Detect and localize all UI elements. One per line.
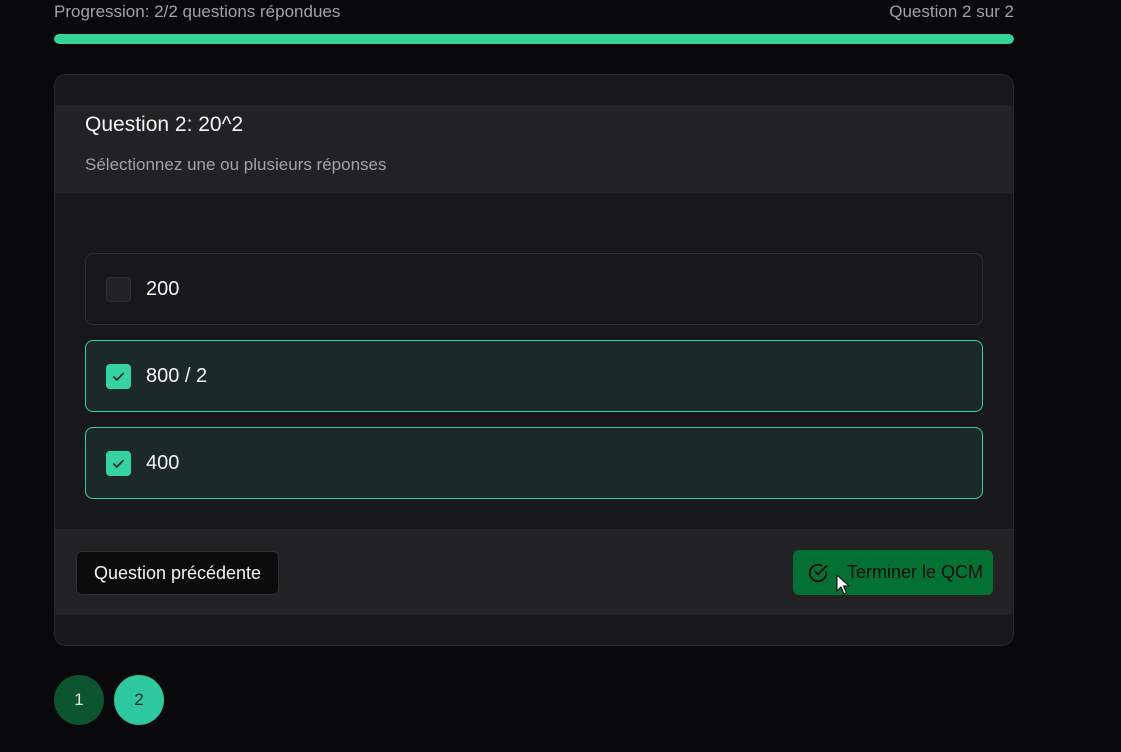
question-footer: Question précédente Terminer le QCM (55, 529, 1013, 615)
page-button-2[interactable]: 2 (114, 675, 164, 725)
progress-bar (54, 34, 1014, 44)
answer-option[interactable]: 400 (85, 427, 983, 499)
checkbox[interactable] (106, 450, 131, 476)
finish-qcm-label: Terminer le QCM (847, 562, 984, 582)
progress-header: Progression: 2/2 questions répondues Que… (54, 0, 1014, 26)
answer-options: 200 800 / 2 400 (85, 253, 983, 514)
page-button-1[interactable]: 1 (54, 675, 104, 725)
previous-question-button[interactable]: Question précédente (76, 551, 279, 595)
question-position: Question 2 sur 2 (889, 2, 1014, 21)
progress-bar-fill (54, 34, 1014, 44)
question-header: Question 2: 20^2 Sélectionnez une ou plu… (55, 105, 1013, 193)
check-circle-icon (808, 563, 828, 582)
mouse-pointer-icon (836, 574, 850, 595)
question-pager: 1 2 (54, 675, 164, 725)
answer-option-label: 400 (146, 451, 180, 474)
qcm-container: Progression: 2/2 questions répondues Que… (54, 0, 1014, 646)
finish-qcm-button[interactable]: Terminer le QCM (793, 550, 993, 595)
question-instruction: Sélectionnez une ou plusieurs réponses (85, 155, 387, 174)
answer-option[interactable]: 200 (85, 253, 983, 325)
answer-option-label: 200 (146, 277, 180, 300)
question-title: Question 2: 20^2 (85, 113, 244, 136)
progress-label: Progression: 2/2 questions répondues (54, 2, 341, 21)
check-icon (112, 372, 125, 381)
answer-option[interactable]: 800 / 2 (85, 340, 983, 412)
question-card: Question 2: 20^2 Sélectionnez une ou plu… (54, 74, 1014, 646)
checkbox[interactable] (106, 276, 131, 302)
checkbox[interactable] (106, 363, 131, 389)
answer-option-label: 800 / 2 (146, 364, 208, 387)
check-icon (112, 459, 125, 468)
